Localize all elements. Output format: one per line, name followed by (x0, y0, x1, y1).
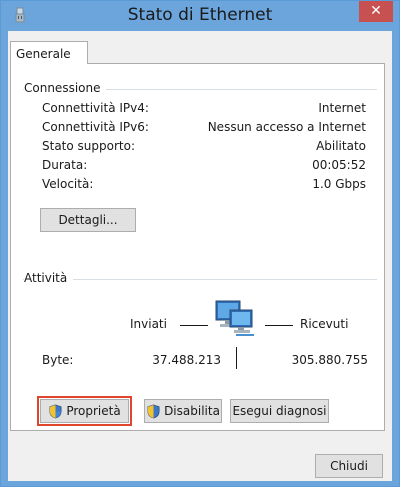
title-bar[interactable]: Stato di Ethernet ✕ (1, 1, 399, 31)
bytes-sent-value: 37.488.213 (152, 353, 221, 367)
duration-label: Durata: (42, 158, 88, 172)
properties-highlight (37, 396, 132, 426)
disable-button-label: Disabilita (164, 404, 220, 418)
tab-generale[interactable]: Generale (10, 41, 88, 64)
received-label: Ricevuti (300, 317, 349, 331)
duration-value: 00:05:52 (312, 158, 366, 172)
ipv6-connectivity-label: Connettività IPv6: (42, 120, 149, 134)
close-icon: ✕ (370, 3, 382, 19)
ipv6-connectivity-value: Nessun accesso a Internet (207, 120, 366, 134)
ethernet-status-window: Stato di Ethernet ✕ Generale Connessione… (0, 0, 400, 487)
dialog-body: Generale Connessione Connettività IPv4: … (8, 31, 392, 481)
close-button[interactable]: Chiudi (315, 454, 383, 478)
window-title: Stato di Ethernet (127, 5, 273, 25)
activity-divider (236, 347, 237, 369)
sent-connector (180, 325, 208, 326)
media-state-value: Abilitato (316, 139, 366, 153)
speed-label: Velocità: (42, 177, 94, 191)
ipv4-connectivity-value: Internet (318, 101, 366, 115)
details-button[interactable]: Dettagli... (40, 208, 136, 232)
uac-shield-icon (147, 404, 160, 418)
disable-button[interactable]: Disabilita (144, 399, 222, 423)
close-window-button[interactable]: ✕ (359, 1, 393, 22)
network-computers-icon (215, 300, 254, 336)
ipv4-connectivity-label: Connettività IPv4: (42, 101, 149, 115)
media-state-label: Stato supporto: (42, 139, 135, 153)
diagnose-button[interactable]: Esegui diagnosi (230, 399, 329, 423)
connection-group-label: Connessione (24, 81, 107, 95)
activity-group-line (23, 279, 377, 280)
speed-value: 1.0 Gbps (312, 177, 366, 191)
sent-label: Inviati (130, 317, 167, 331)
bytes-label: Byte: (42, 353, 74, 367)
activity-group-label: Attività (24, 271, 74, 285)
bytes-received-value: 305.880.755 (291, 353, 368, 367)
received-connector (265, 325, 293, 326)
tab-panel-generale: Connessione Connettività IPv4: Internet … (10, 63, 385, 431)
